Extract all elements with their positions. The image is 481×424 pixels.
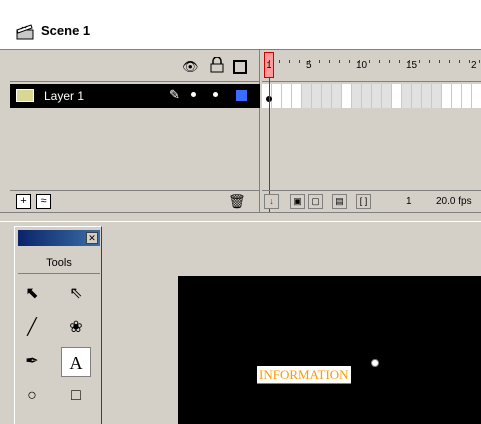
ruler-tick bbox=[479, 60, 480, 63]
ruler-tick bbox=[279, 60, 280, 63]
add-guide-layer-icon[interactable]: ≈ bbox=[36, 194, 51, 209]
ruler-label: 10 bbox=[356, 60, 368, 71]
frame-group bbox=[402, 84, 442, 108]
lock-dot[interactable] bbox=[213, 92, 218, 97]
ruler-tick bbox=[459, 60, 460, 63]
trash-icon[interactable]: 🗑 bbox=[228, 193, 246, 210]
frames-footer: ↓ ▣ ▢ ▤ [ ] 1 20.0 fps bbox=[262, 190, 481, 212]
ruler-tick bbox=[439, 60, 440, 63]
frame-group bbox=[352, 84, 392, 108]
timeline-panel: 👁 Layer 1 ✎ + ≈ 🗑 1 5 10 15 2 ↓ ▣ ▢ ▤ [… bbox=[0, 50, 481, 212]
add-layer-icon[interactable]: + bbox=[16, 194, 31, 209]
text-resize-handle[interactable] bbox=[371, 359, 379, 367]
center-frame-icon[interactable]: ↓ bbox=[264, 194, 279, 209]
panel-splitter[interactable] bbox=[0, 212, 481, 222]
ruler-tick bbox=[299, 60, 300, 63]
frame-ruler[interactable]: 1 5 10 15 2 bbox=[262, 50, 481, 82]
line-tool-icon[interactable]: ╱ bbox=[17, 313, 47, 343]
ruler-label: 15 bbox=[406, 60, 418, 71]
eye-icon[interactable]: 👁 bbox=[182, 59, 199, 75]
frame-group bbox=[302, 84, 342, 108]
close-icon[interactable]: ✕ bbox=[86, 232, 98, 244]
ruler-tick bbox=[269, 60, 270, 63]
ruler-tick bbox=[399, 60, 400, 63]
pencil-icon: ✎ bbox=[169, 87, 180, 102]
ruler-tick bbox=[289, 60, 290, 63]
ruler-tick bbox=[409, 60, 410, 63]
pen-tool-icon[interactable]: ✒ bbox=[17, 347, 47, 377]
ruler-label: 2 bbox=[471, 60, 477, 71]
tools-panel: ✕ Tools ⬉ ⇖ ╱ ❀ ✒ A ○ □ bbox=[14, 226, 102, 424]
text-tool-icon[interactable]: A bbox=[61, 347, 91, 377]
visibility-dot[interactable] bbox=[191, 92, 196, 97]
tools-divider bbox=[18, 273, 100, 274]
ruler-tick bbox=[429, 60, 430, 63]
modify-onion-markers-icon[interactable]: [ ] bbox=[356, 194, 371, 209]
outline-icon[interactable] bbox=[233, 60, 247, 74]
edit-multiple-frames-icon[interactable]: ▤ bbox=[332, 194, 347, 209]
ruler-tick bbox=[389, 60, 390, 63]
ruler-tick bbox=[349, 60, 350, 63]
layers-footer: + ≈ 🗑 bbox=[10, 190, 260, 212]
layer-color-box[interactable] bbox=[236, 90, 247, 101]
ruler-tick bbox=[469, 60, 470, 63]
oval-tool-icon[interactable]: ○ bbox=[17, 381, 47, 411]
ruler-tick bbox=[309, 60, 310, 63]
layer-name[interactable]: Layer 1 bbox=[44, 89, 84, 103]
layer-row-1[interactable]: Layer 1 ✎ bbox=[10, 84, 260, 108]
text-field[interactable]: INFORMATION bbox=[257, 366, 351, 384]
stage[interactable] bbox=[178, 276, 481, 424]
scene-label[interactable]: Scene 1 bbox=[41, 23, 90, 38]
ruler-tick bbox=[319, 60, 320, 63]
ruler-tick bbox=[449, 60, 450, 63]
clapperboard-icon[interactable] bbox=[16, 24, 34, 40]
onion-skin-icon[interactable]: ▣ bbox=[290, 194, 305, 209]
current-frame: 1 bbox=[406, 196, 412, 207]
ruler-tick bbox=[379, 60, 380, 63]
playhead-head[interactable]: 1 bbox=[264, 52, 274, 78]
ruler-tick bbox=[339, 60, 340, 63]
layer-icon bbox=[16, 89, 34, 102]
onion-skin-outlines-icon[interactable]: ▢ bbox=[308, 194, 323, 209]
tools-label: Tools bbox=[46, 257, 72, 269]
lock-icon[interactable] bbox=[210, 57, 224, 73]
layers-pane: 👁 Layer 1 ✎ + ≈ 🗑 bbox=[10, 50, 260, 212]
layers-header: 👁 bbox=[10, 50, 260, 82]
rectangle-tool-icon[interactable]: □ bbox=[61, 381, 91, 411]
lasso-tool-icon[interactable]: ❀ bbox=[61, 313, 91, 343]
tools-titlebar[interactable]: ✕ bbox=[18, 230, 100, 246]
ruler-tick bbox=[419, 60, 420, 63]
arrow-tool-icon[interactable]: ⬉ bbox=[17, 279, 47, 309]
ruler-tick bbox=[369, 60, 370, 63]
ruler-tick bbox=[329, 60, 330, 63]
subselect-tool-icon[interactable]: ⇖ bbox=[61, 279, 91, 309]
frame-rate[interactable]: 20.0 fps bbox=[436, 196, 472, 207]
scene-bar: Scene 1 bbox=[0, 0, 481, 50]
frames-pane: 1 5 10 15 2 ↓ ▣ ▢ ▤ [ ] 1 20.0 fps bbox=[262, 50, 481, 212]
ruler-tick bbox=[359, 60, 360, 63]
